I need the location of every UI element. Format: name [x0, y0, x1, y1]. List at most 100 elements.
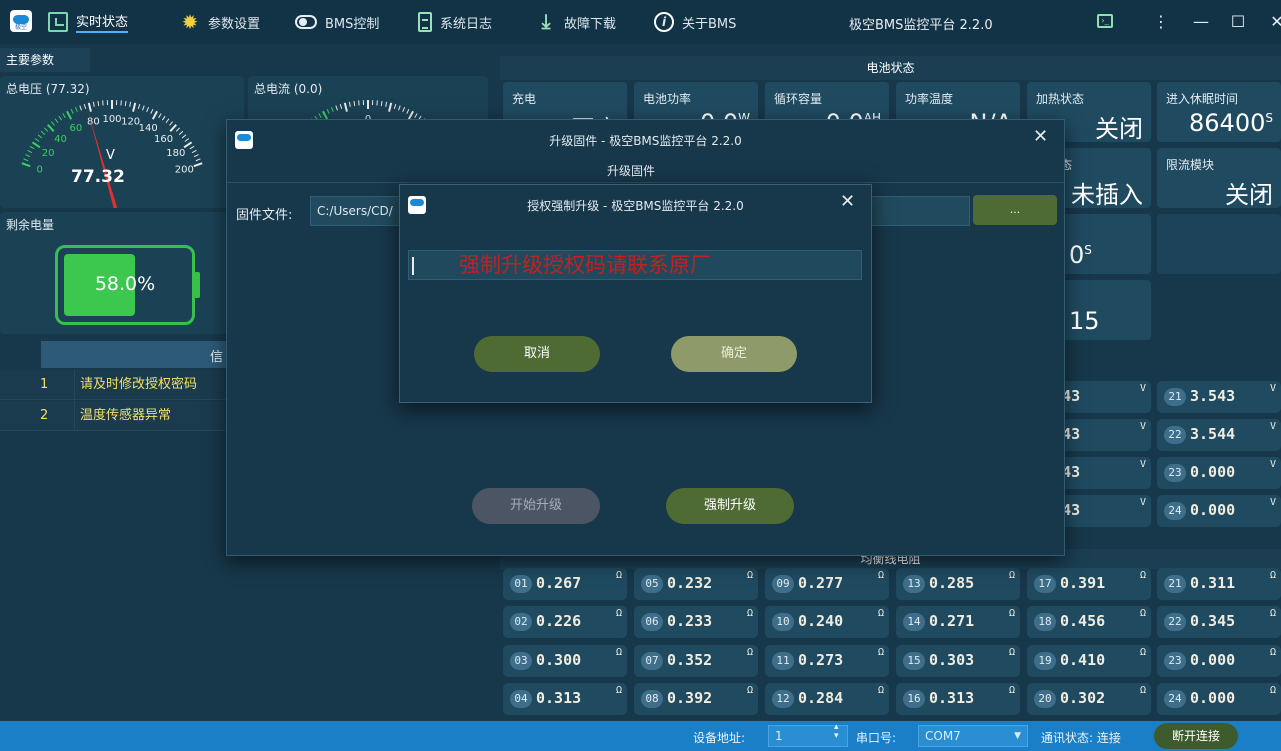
app-logo: 极空 — [10, 10, 32, 32]
unit-label: Ω — [746, 570, 753, 581]
gauge-tick — [195, 158, 201, 162]
gauge-tick — [25, 154, 31, 158]
cell-number: 07 — [641, 652, 663, 670]
gauge-tick-label: 120 — [121, 116, 140, 127]
close-icon[interactable]: ✕ — [1033, 126, 1048, 147]
gauge-tick — [66, 110, 73, 120]
spin-arrows-icon[interactable]: ▴ ▾ — [834, 723, 839, 741]
app-title: 极空BMS监控平台 2.2.0 — [849, 18, 993, 33]
gauge-tick — [137, 103, 141, 110]
gauge-tick — [129, 101, 132, 107]
gauge-tick — [124, 100, 127, 107]
cell-number: 24 — [1164, 690, 1186, 708]
resistance-value: 0.410 — [1060, 651, 1106, 669]
gauge-tick — [322, 110, 329, 120]
unit-label: Ω — [1008, 570, 1015, 581]
gauge-tick — [414, 113, 418, 119]
battery-icon: 58.0% — [55, 245, 200, 325]
gauge-tick — [29, 145, 35, 150]
nav-system-log[interactable]: 系统日志 — [418, 8, 492, 36]
gauge-tick — [44, 127, 49, 132]
unit-label: V — [1269, 459, 1276, 470]
cell-number: 04 — [510, 690, 532, 708]
resistance-value: 0.226 — [536, 612, 582, 630]
download-icon: ⤓ — [541, 9, 551, 33]
cell-number: 06 — [641, 613, 663, 631]
unit-label: Ω — [1139, 608, 1146, 619]
minimize-button[interactable]: — — [1190, 10, 1212, 32]
resistance-chip: 13 0.285 Ω — [896, 568, 1020, 600]
disconnect-button[interactable]: 断开连接 — [1154, 723, 1238, 749]
cell-voltage-value: 3.544 — [1190, 425, 1236, 443]
cell-number: 24 — [1164, 502, 1186, 520]
gauge-tick — [165, 118, 170, 124]
resistance-chip: 10 0.240 Ω — [765, 606, 889, 638]
nav-parameter-settings[interactable]: ✹ 参数设置 — [180, 8, 260, 36]
cell-voltage-chip: 22 3.544 V — [1157, 419, 1281, 451]
close-window-button[interactable]: ✕ — [1266, 10, 1281, 32]
resistance-value: 0.232 — [667, 574, 713, 592]
nav-fault-download[interactable]: ⤓ 故障下载 — [536, 8, 616, 36]
serial-port-select[interactable]: COM7 ▼ — [918, 725, 1028, 747]
gauge-tick-label: 80 — [87, 116, 100, 127]
start-upgrade-button[interactable]: 开始升级 — [472, 488, 600, 524]
cell-number: 16 — [903, 690, 925, 708]
nav-realtime-status[interactable]: 实时状态 — [48, 8, 129, 36]
resistance-value: 0.277 — [798, 574, 844, 592]
unit-label: Ω — [1008, 685, 1015, 696]
unit-label: Ω — [746, 685, 753, 696]
cell-number: 01 — [510, 575, 532, 593]
resistance-chip: 15 0.303 Ω — [896, 645, 1020, 677]
confirm-button[interactable]: 确定 — [671, 336, 797, 372]
alarm-table-header: 信 — [41, 341, 231, 368]
gauge-tick — [191, 149, 197, 154]
gauge-tick — [175, 127, 180, 132]
terminal-button[interactable]: ›_ — [1094, 10, 1116, 32]
gauge-tick — [34, 138, 40, 142]
gear-icon: ✹ — [181, 10, 199, 34]
gauge-tick — [181, 134, 187, 139]
unit-label: Ω — [746, 647, 753, 658]
resistance-value: 0.352 — [667, 651, 713, 669]
battery-status-header: 电池状态 — [500, 56, 1281, 80]
close-icon[interactable]: ✕ — [840, 191, 855, 212]
nav-about-bms[interactable]: i 关于BMS — [654, 8, 736, 36]
serial-port-label: 串口号: — [856, 731, 897, 745]
resistance-value: 0.302 — [1060, 689, 1106, 707]
gauge-tick — [161, 115, 166, 121]
alarm-row[interactable]: 1 请及时修改授权密码 — [0, 370, 231, 400]
cell-number: 15 — [903, 652, 925, 670]
force-upgrade-button[interactable]: 强制升级 — [666, 488, 794, 524]
cell-number: 10 — [772, 613, 794, 631]
auth-code-input[interactable]: 强制升级授权码请联系原厂 — [408, 250, 862, 280]
gauge-tick — [62, 113, 66, 119]
gauge-tick — [407, 110, 414, 120]
gauge-tick — [58, 115, 63, 121]
gauge-tick — [169, 121, 174, 126]
resistance-chip: 21 0.311 Ω — [1157, 568, 1281, 600]
auth-force-upgrade-dialog: 授权强制升级 - 极空BMS监控平台 2.2.0 ✕ 强制升级授权码请联系原厂 … — [399, 184, 872, 403]
cell-number: 22 — [1164, 613, 1186, 631]
firmware-file-label: 固件文件: — [236, 208, 293, 223]
alarm-row[interactable]: 2 温度传感器异常 — [0, 401, 231, 431]
gauge-tick — [23, 158, 29, 162]
gauge-tick — [330, 107, 334, 113]
browse-button[interactable]: ... — [973, 195, 1057, 225]
cancel-button[interactable]: 取消 — [474, 336, 600, 372]
nav-bms-control[interactable]: BMS控制 — [295, 8, 379, 36]
gauge-tick — [74, 107, 78, 113]
unit-label: Ω — [615, 685, 622, 696]
resistance-value: 0.300 — [536, 651, 582, 669]
cell-number: 03 — [510, 652, 532, 670]
resistance-chip: 22 0.345 Ω — [1157, 606, 1281, 638]
maximize-button[interactable]: ☐ — [1227, 10, 1249, 32]
terminal-icon: ›_ — [1097, 14, 1113, 28]
gauge-tick — [326, 108, 330, 114]
clipboard-icon — [418, 12, 432, 32]
gauge-tick — [353, 100, 356, 107]
resistance-value: 0.391 — [1060, 574, 1106, 592]
gauge-tick — [193, 154, 199, 158]
gauge-tick — [97, 100, 100, 107]
more-menu-icon[interactable]: ⋮ — [1150, 10, 1172, 32]
resistance-chip: 18 0.456 Ω — [1027, 606, 1151, 638]
